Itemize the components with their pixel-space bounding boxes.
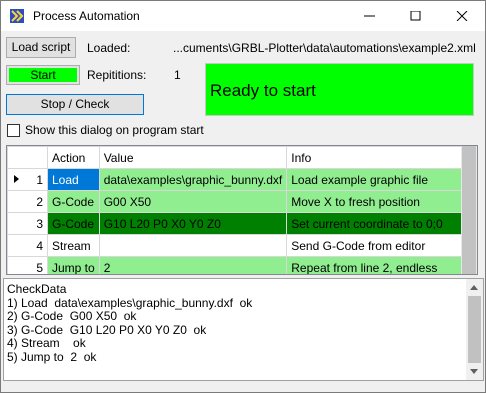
bottom-scroll-strip — [3, 381, 484, 391]
close-icon — [456, 10, 468, 22]
grid-scrollbar-thumb[interactable] — [462, 146, 476, 274]
automation-table: Action Value Info 1 Load data\examples\g… — [7, 146, 472, 274]
minimize-icon — [364, 15, 375, 17]
table-row[interactable]: 1 Load data\examples\graphic_bunny.dxf L… — [7, 168, 472, 191]
cell-info[interactable]: Send G-Code from editor — [286, 234, 472, 257]
cell-value[interactable]: data\examples\graphic_bunny.dxf — [98, 168, 288, 191]
log-line: 4) Stream ok — [7, 336, 86, 350]
row-header-corner — [7, 146, 48, 169]
column-header-info[interactable]: Info — [286, 146, 472, 169]
cell-action[interactable]: Stream — [47, 234, 100, 257]
check-log-textbox[interactable]: CheckData 1) Load data\examples\graphic_… — [3, 278, 484, 381]
row-number[interactable]: 1 — [7, 168, 48, 191]
minimize-button[interactable] — [347, 1, 393, 31]
cell-action[interactable]: Load — [47, 168, 100, 191]
maximize-icon — [410, 10, 421, 21]
log-scrollbar-thumb[interactable] — [468, 296, 481, 363]
current-row-arrow-icon — [14, 175, 19, 183]
close-button[interactable] — [439, 1, 485, 31]
cell-action[interactable]: Jump to — [47, 256, 100, 274]
row-number[interactable]: 2 — [7, 190, 48, 213]
row-number[interactable]: 5 — [7, 256, 48, 274]
cell-value[interactable]: G00 X50 — [98, 190, 288, 213]
stop-check-button[interactable]: Stop / Check — [6, 94, 144, 115]
scroll-up-arrow-icon[interactable] — [470, 285, 478, 290]
show-dialog-label: Show this dialog on program start — [25, 123, 204, 137]
maximize-button[interactable] — [393, 1, 439, 31]
automation-grid: Action Value Info 1 Load data\examples\g… — [6, 145, 478, 275]
table-row[interactable]: 3 G-Code G10 L20 P0 X0 Y0 Z0 Set current… — [7, 212, 472, 235]
row-number[interactable]: 3 — [7, 212, 48, 235]
status-text: Ready to start — [210, 81, 316, 100]
log-line: 3) G-Code G10 L20 P0 X0 Y0 Z0 ok — [7, 322, 207, 337]
process-automation-window: Process Automation Load script Loaded: .… — [0, 0, 486, 393]
table-row[interactable]: 5 Jump to 2 Repeat from line 2, endless — [7, 256, 472, 274]
table-row[interactable]: 4 Stream Send G-Code from editor — [7, 234, 472, 257]
log-line: 2) G-Code G00 X50 ok — [7, 309, 137, 323]
grid-scrollbar[interactable] — [461, 146, 477, 274]
log-line: 1) Load data\examples\graphic_bunny.dxf … — [7, 295, 253, 310]
table-row[interactable]: 2 G-Code G00 X50 Move X to fresh positio… — [7, 190, 472, 213]
show-dialog-checkbox[interactable] — [7, 124, 20, 137]
row-number[interactable]: 4 — [7, 234, 48, 257]
log-lines: CheckData 1) Load data\examples\graphic_… — [7, 282, 253, 364]
loaded-path: ...cuments\GRBL-Plotter\data\automations… — [173, 41, 476, 55]
grid-header-row: Action Value Info — [7, 146, 472, 169]
load-script-button[interactable]: Load script — [6, 37, 76, 58]
cell-action[interactable]: G-Code — [47, 190, 100, 213]
repetitions-value: 1 — [174, 68, 181, 82]
log-line: 5) Jump to 2 ok — [7, 349, 97, 364]
start-button-label: Start — [9, 68, 77, 82]
column-header-value[interactable]: Value — [98, 146, 288, 169]
column-header-action[interactable]: Action — [47, 146, 100, 169]
title-bar: Process Automation — [1, 1, 485, 31]
cell-value[interactable]: 2 — [98, 256, 288, 274]
window-title: Process Automation — [33, 9, 140, 23]
cell-info[interactable]: Load example graphic file — [286, 168, 472, 191]
start-button[interactable]: Start — [6, 65, 80, 85]
cell-info[interactable]: Set current coordinate to 0;0 — [286, 212, 472, 235]
log-scrollbar[interactable] — [466, 279, 483, 380]
app-icon — [10, 9, 24, 23]
log-line: CheckData — [7, 282, 67, 296]
cell-info[interactable]: Repeat from line 2, endless — [286, 256, 472, 274]
status-panel: Ready to start — [205, 63, 474, 116]
cell-value[interactable]: G10 L20 P0 X0 Y0 Z0 — [98, 212, 288, 235]
cell-info[interactable]: Move X to fresh position — [286, 190, 472, 213]
scroll-down-arrow-icon[interactable] — [470, 369, 478, 374]
cell-value[interactable] — [98, 234, 288, 257]
repetitions-label: Repititions: — [87, 68, 147, 82]
cell-action[interactable]: G-Code — [47, 212, 100, 235]
loaded-label: Loaded: — [87, 41, 131, 55]
